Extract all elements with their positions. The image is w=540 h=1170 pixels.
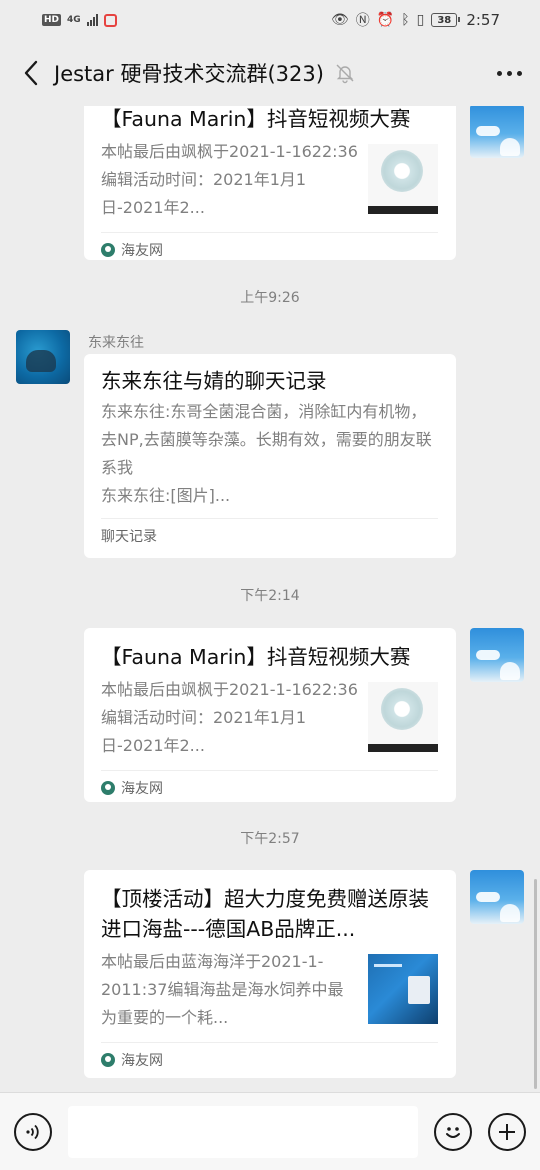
- bell-off-icon: [336, 64, 354, 84]
- more-button[interactable]: [497, 70, 522, 76]
- card-title: 东来东往与婧的聊天记录: [101, 369, 327, 393]
- card-description: 东来东往:东哥全菌混合菌，消除缸内有机物，去NP,去菌膜等杂藻。长期有效，需要的…: [101, 402, 432, 505]
- chat-area[interactable]: 【Fauna Marin】抖音短视频大赛 本帖最后由飒枫于2021-1-1622…: [0, 106, 540, 1092]
- source-label: 海友网: [121, 780, 163, 797]
- card-source: 海友网: [101, 232, 438, 266]
- chat-record-label: 聊天记录: [101, 528, 157, 545]
- card-thumbnail: [368, 144, 438, 214]
- link-card[interactable]: 【Fauna Marin】抖音短视频大赛 本帖最后由飒枫于2021-1-1622…: [84, 628, 456, 802]
- site-logo-icon: [101, 242, 115, 257]
- site-logo-icon: [101, 780, 115, 795]
- plus-button[interactable]: [488, 1112, 526, 1151]
- timestamp: 下午2:14: [240, 588, 300, 604]
- chat-header: Jestar 硬骨技术交流群(323): [0, 40, 540, 106]
- sender-name: 东来东往: [88, 335, 144, 351]
- plus-icon: [499, 1123, 515, 1140]
- hd-badge: HD: [42, 14, 62, 26]
- site-logo-icon: [101, 1052, 115, 1067]
- status-time: 2:57: [466, 11, 500, 29]
- signal-icon: [86, 14, 98, 26]
- card-description: 本帖最后由飒枫于2021-1-1622:36编辑活动时间：2021年1月1日-2…: [101, 142, 358, 217]
- emoji-icon: [446, 1126, 460, 1138]
- my-avatar[interactable]: [470, 870, 524, 924]
- app-notification-icon: [103, 13, 117, 27]
- source-label: 海友网: [121, 242, 163, 259]
- card-title: 【Fauna Marin】抖音短视频大赛: [101, 645, 411, 669]
- eye-icon: 👁: [330, 12, 349, 28]
- timestamp: 上午9:26: [240, 290, 300, 306]
- network-type: 4G: [67, 15, 81, 25]
- card-title: 【顶楼活动】超大力度免费赠送原装进口海盐---德国AB品牌正...: [101, 887, 429, 941]
- input-bar: [0, 1092, 540, 1170]
- card-footer: 聊天记录: [101, 518, 438, 552]
- vibrate-icon: ▯: [416, 12, 425, 28]
- card-description: 本帖最后由蓝海海洋于2021-1-2011:37编辑海盐是海水饲养中最为重要的一…: [101, 952, 344, 1027]
- nfc-icon: Ⓝ: [355, 13, 370, 29]
- alarm-icon: ⏰: [376, 12, 395, 28]
- chevron-left-icon: [24, 60, 38, 86]
- card-title: 【Fauna Marin】抖音短视频大赛: [101, 107, 411, 131]
- card-source: 海友网: [101, 770, 438, 804]
- chat-title: Jestar 硬骨技术交流群(323): [54, 62, 324, 86]
- link-card[interactable]: 【顶楼活动】超大力度免费赠送原装进口海盐---德国AB品牌正... 本帖最后由蓝…: [84, 870, 456, 1078]
- message-input[interactable]: [68, 1105, 418, 1158]
- voice-icon: [26, 1124, 39, 1139]
- emoji-button[interactable]: [434, 1112, 472, 1151]
- timestamp: 下午2:57: [240, 831, 300, 847]
- my-avatar[interactable]: [470, 628, 524, 682]
- sender-avatar[interactable]: [16, 330, 70, 384]
- bluetooth-icon: ᛒ: [401, 12, 410, 28]
- voice-button[interactable]: [14, 1112, 52, 1151]
- link-card[interactable]: 【Fauna Marin】抖音短视频大赛 本帖最后由飒枫于2021-1-1622…: [84, 106, 456, 260]
- card-source: 海友网: [101, 1042, 438, 1076]
- status-bar: HD 4G 👁 Ⓝ ⏰ ᛒ ▯ 38 2:57: [0, 0, 540, 40]
- scrollbar[interactable]: [534, 879, 537, 1089]
- card-thumbnail: [368, 954, 438, 1024]
- chat-record-card[interactable]: 东来东往与婧的聊天记录 东来东往:东哥全菌混合菌，消除缸内有机物，去NP,去菌膜…: [84, 354, 456, 558]
- card-thumbnail: [368, 682, 438, 752]
- card-description: 本帖最后由飒枫于2021-1-1622:36编辑活动时间：2021年1月1日-2…: [101, 680, 358, 755]
- battery-icon: 38: [431, 13, 461, 27]
- my-avatar[interactable]: [470, 106, 524, 158]
- back-button[interactable]: [18, 60, 44, 86]
- more-icon: [497, 70, 502, 76]
- source-label: 海友网: [121, 1052, 163, 1069]
